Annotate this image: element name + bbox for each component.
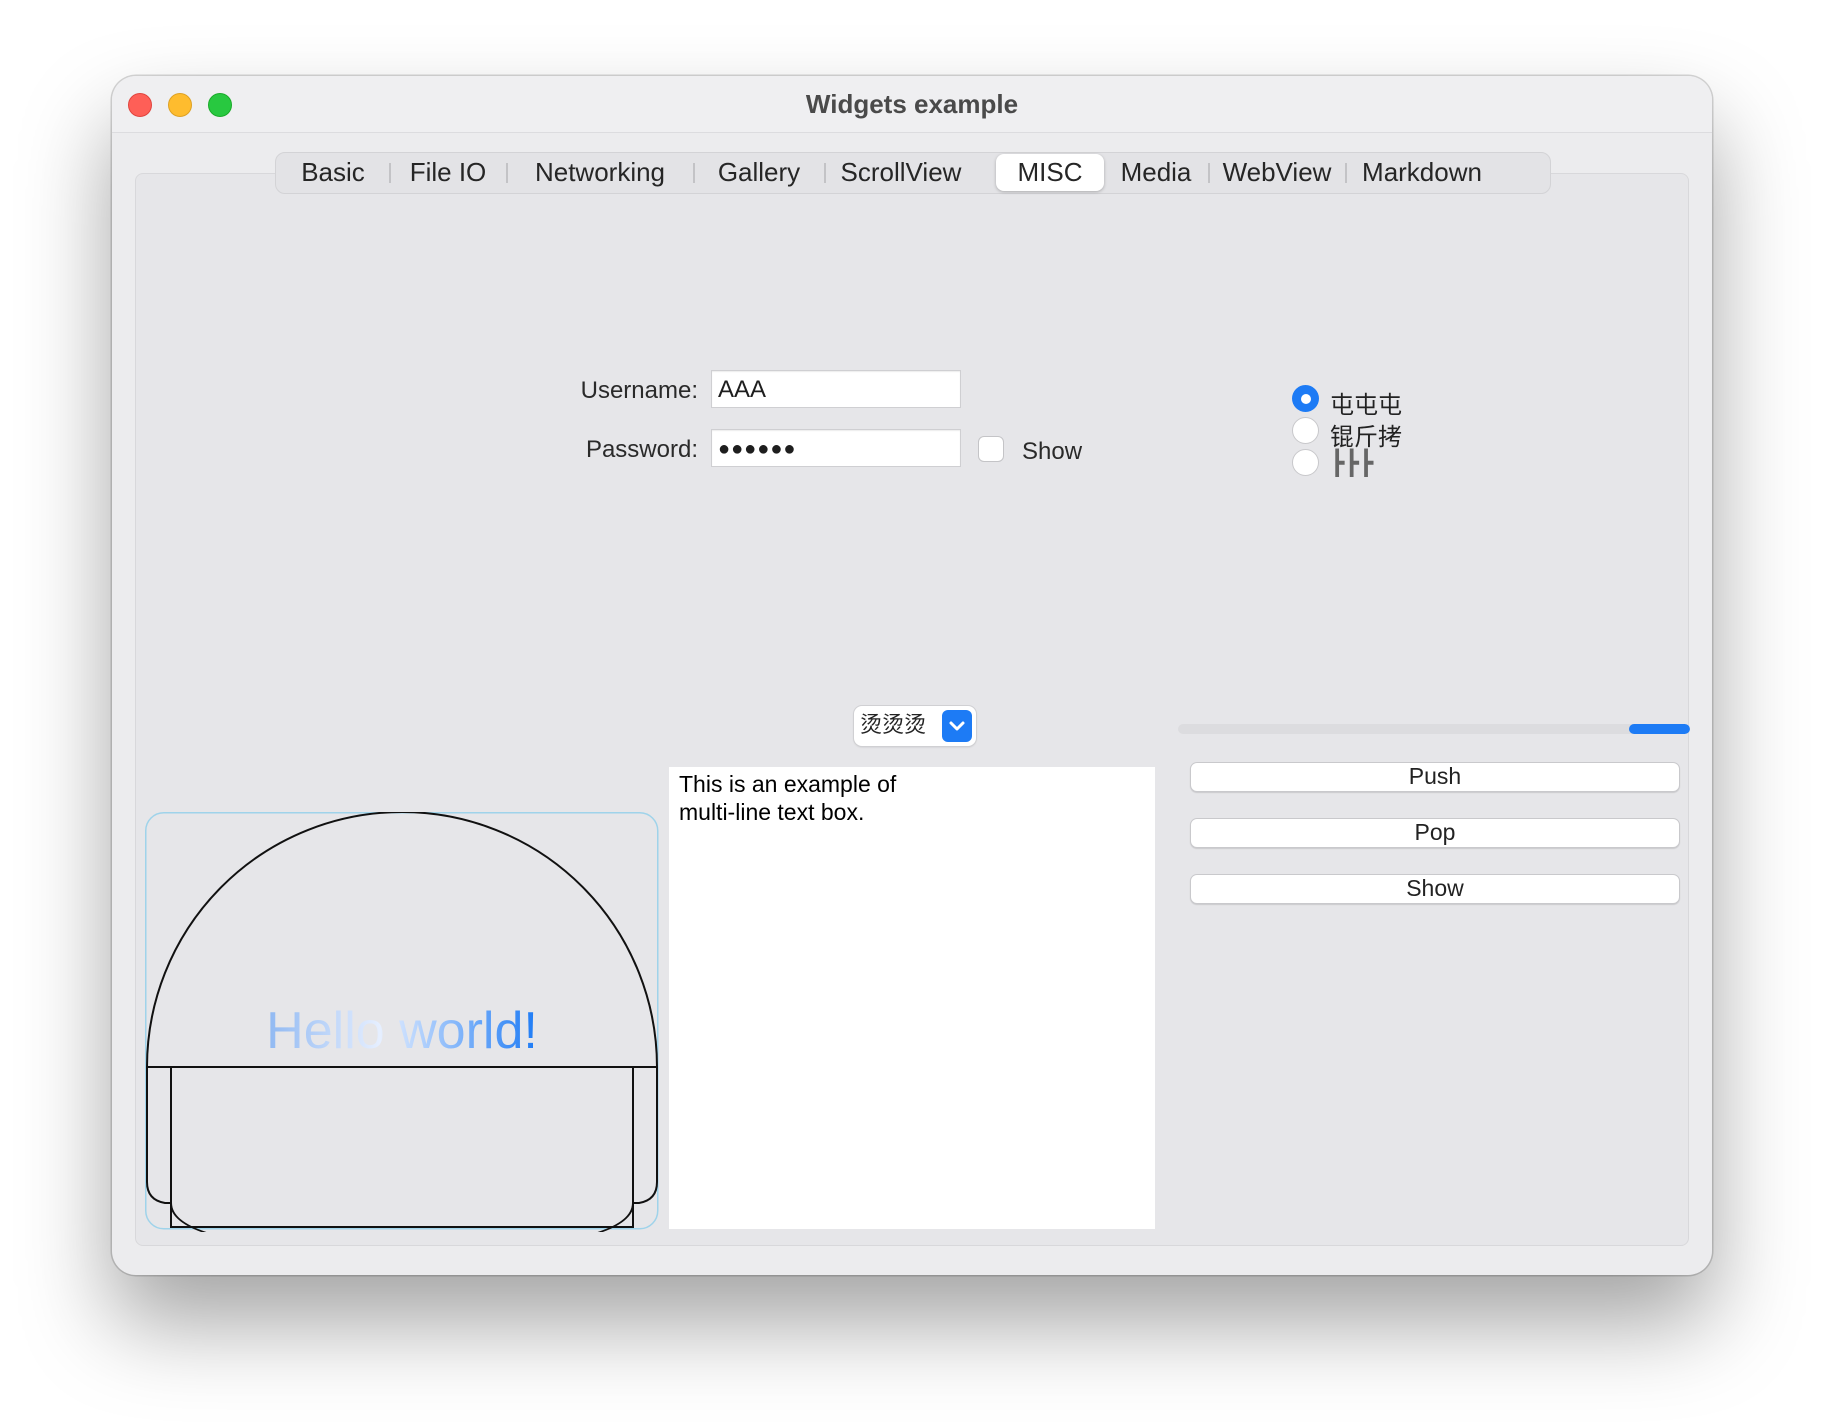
tab-file-io[interactable]: File IO bbox=[391, 154, 505, 191]
radio-option-1-label: 屯屯屯 bbox=[1330, 391, 1402, 419]
tab-media[interactable]: Media bbox=[1106, 154, 1206, 191]
radio-option-2[interactable] bbox=[1292, 417, 1319, 444]
radio-option-1[interactable] bbox=[1292, 385, 1319, 412]
base-shape bbox=[146, 1067, 658, 1204]
drawing-canvas[interactable]: Hello world! bbox=[145, 812, 661, 1232]
tab-misc[interactable]: MISC bbox=[996, 154, 1104, 191]
slider-fill bbox=[1628, 724, 1690, 734]
inner-rect bbox=[170, 1066, 634, 1228]
combo-box[interactable]: 烫烫烫 bbox=[854, 706, 976, 746]
tab-bar: Basic File IO Networking Gallery ScrollV… bbox=[275, 152, 1551, 194]
tab-basic[interactable]: Basic bbox=[278, 154, 388, 191]
password-input[interactable]: ●●●●●● bbox=[711, 429, 961, 467]
username-input[interactable]: AAA bbox=[711, 370, 961, 408]
radio-option-3-label: ┣┣┣ bbox=[1330, 449, 1374, 477]
tab-markdown[interactable]: Markdown bbox=[1347, 154, 1497, 191]
title-bar: Widgets example bbox=[112, 76, 1712, 133]
pop-button[interactable]: Pop bbox=[1190, 818, 1680, 848]
hello-world-text: Hello world! bbox=[266, 1002, 538, 1060]
tab-content-pane: Username: AAA Password: ●●●●●● Show 屯屯屯 … bbox=[135, 173, 1690, 1246]
show-password-label: Show bbox=[1022, 438, 1083, 465]
show-button[interactable]: Show bbox=[1190, 874, 1680, 904]
push-button[interactable]: Push bbox=[1190, 762, 1680, 792]
radio-option-3[interactable] bbox=[1292, 449, 1319, 476]
username-label: Username: bbox=[580, 377, 698, 404]
password-label: Password: bbox=[585, 436, 698, 463]
tab-scrollview[interactable]: ScrollView bbox=[826, 154, 976, 191]
chevron-down-icon bbox=[942, 710, 972, 742]
app-window: Widgets example Username: AAA Password: … bbox=[112, 76, 1712, 1275]
multiline-text-box[interactable]: This is an example of multi-line text bo… bbox=[669, 767, 1155, 1229]
tab-webview[interactable]: WebView bbox=[1210, 154, 1344, 191]
show-password-checkbox[interactable] bbox=[978, 436, 1004, 462]
window-title: Widgets example bbox=[805, 89, 1019, 119]
tab-networking[interactable]: Networking bbox=[508, 154, 692, 191]
radio-option-2-label: 锟斤拷 bbox=[1330, 423, 1402, 451]
slider[interactable] bbox=[1178, 724, 1690, 734]
tab-gallery[interactable]: Gallery bbox=[695, 154, 823, 191]
combo-selected-value: 烫烫烫 bbox=[860, 713, 927, 738]
